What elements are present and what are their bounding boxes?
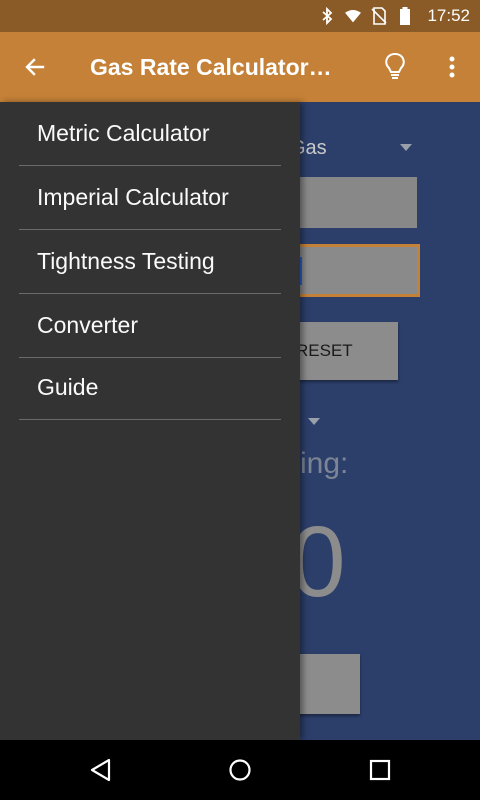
app-bar: Gas Rate Calculator…: [0, 32, 480, 102]
lightbulb-icon[interactable]: [378, 50, 412, 84]
page-title: Gas Rate Calculator…: [90, 53, 330, 80]
recents-square-icon[interactable]: [365, 755, 395, 785]
back-triangle-icon[interactable]: [85, 755, 115, 785]
status-bar: 17:52: [0, 0, 480, 32]
reading-label: ing:: [300, 447, 349, 480]
battery-icon: [397, 7, 413, 25]
no-sim-icon: [371, 7, 388, 25]
drawer-item-converter[interactable]: Converter: [19, 294, 281, 358]
wifi-icon: [345, 8, 362, 24]
unit-dropdown-arrow-icon[interactable]: [308, 418, 320, 425]
status-time: 17:52: [427, 6, 470, 25]
drawer-item-imperial-calculator[interactable]: Imperial Calculator: [19, 166, 281, 230]
input-field[interactable]: [280, 177, 417, 228]
drawer-item-metric-calculator[interactable]: Metric Calculator: [19, 102, 281, 166]
drawer-item-guide[interactable]: Guide: [19, 356, 281, 420]
system-nav-bar: [0, 740, 480, 800]
back-arrow-icon[interactable]: [0, 32, 70, 102]
drawer-item-tightness-testing[interactable]: Tightness Testing: [19, 230, 281, 294]
dropdown-arrow-icon[interactable]: [400, 144, 412, 151]
bluetooth-icon: [319, 7, 335, 25]
focused-input-field[interactable]: [280, 244, 420, 297]
more-vert-icon[interactable]: [438, 50, 466, 84]
navigation-drawer: Metric Calculator Imperial Calculator Ti…: [0, 102, 300, 740]
home-circle-icon[interactable]: [225, 755, 255, 785]
